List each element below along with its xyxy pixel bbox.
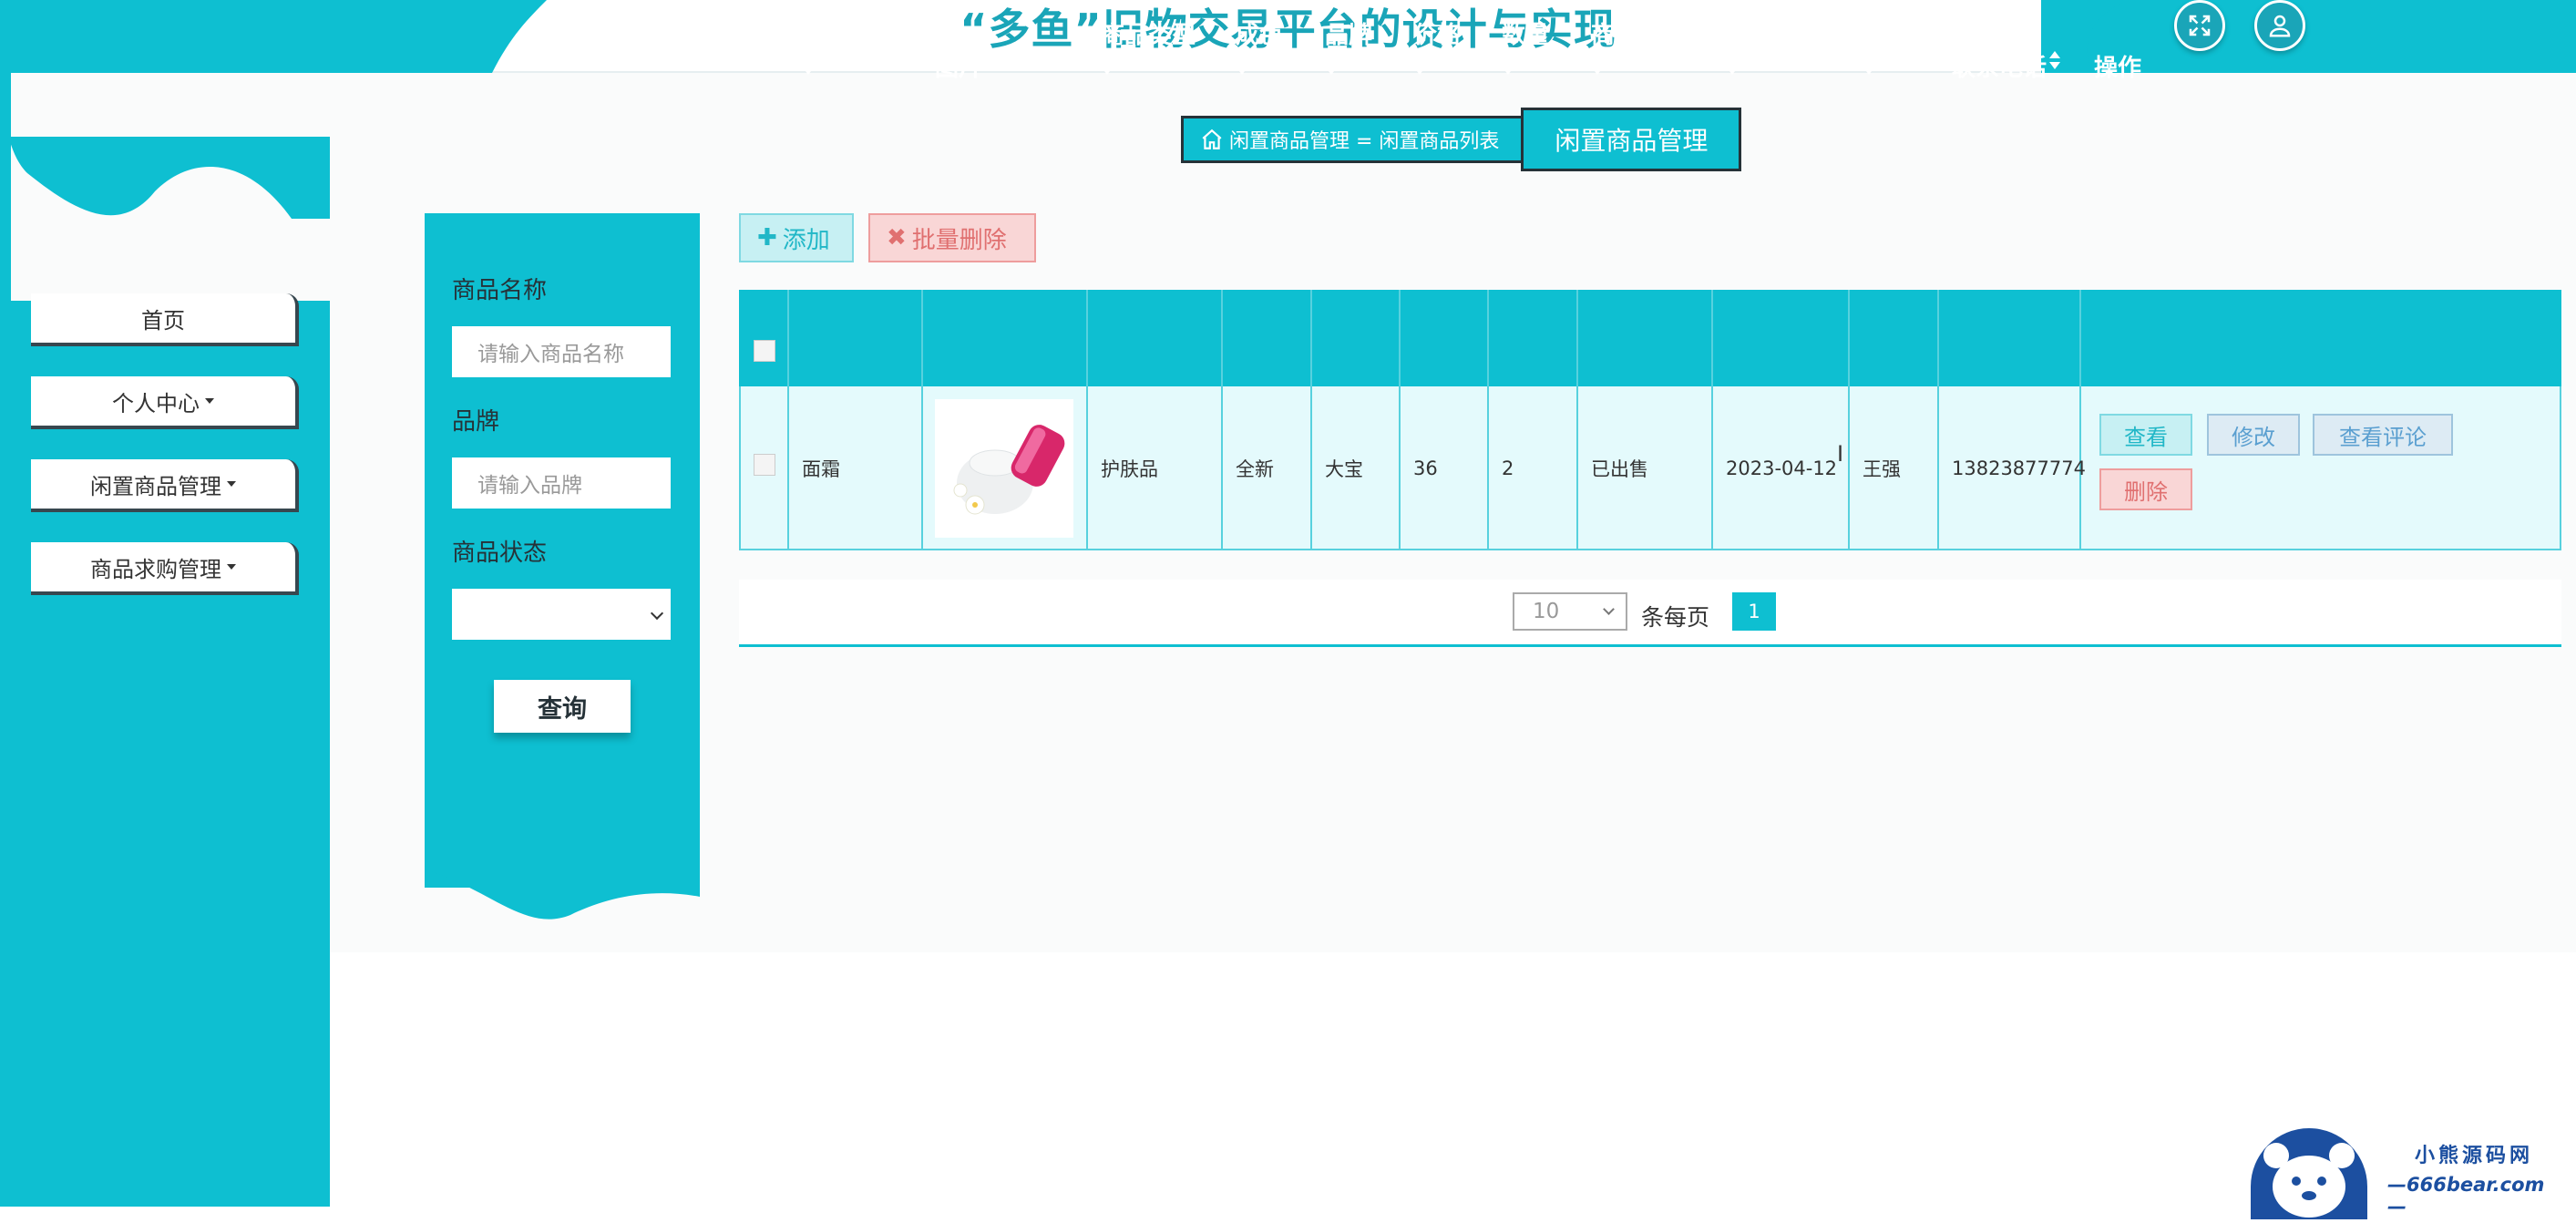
sidebar-item-personal-center[interactable]: 个人中心 [31,376,299,429]
row-checkbox[interactable] [754,454,775,476]
chevron-down-icon [650,606,664,621]
brand-input[interactable]: 请输入品牌 [452,457,671,509]
brand-label: 品牌 [452,408,500,436]
sort-icon [1237,57,1247,75]
column-header-seller[interactable]: 卖家 [1850,0,1937,97]
page-size-value: 10 [1533,600,1560,623]
search-panel: 商品名称 请输入商品名称 品牌 请输入品牌 商品状态 查询 [425,213,700,920]
cell-type: 护肤品 [1101,458,1158,480]
sort-icon [1727,57,1738,75]
name-label: 商品名称 [452,277,548,304]
plus-icon: ✚ [757,224,777,252]
caret-down-icon [227,481,236,487]
cell-phone: 13823877774 [1952,457,2086,479]
sort-icon [1863,57,1874,75]
column-header-brand[interactable]: 品牌 [1312,0,1400,97]
status-label: 商品状态 [452,540,548,567]
name-input[interactable]: 请输入商品名称 [452,326,671,377]
sort-icon [2049,51,2060,69]
watermark-url: —666bear.com— [2387,1174,2545,1218]
column-header-status[interactable]: 商品状态 [1578,0,1711,97]
sort-icon [1102,57,1113,75]
cell-name: 面霜 [802,458,840,480]
view-comments-button[interactable]: 查看评论 [2313,414,2453,456]
sort-icon [1592,57,1603,75]
watermark-title: 小熊源码网 [2415,1145,2534,1167]
sidebar [0,73,330,1207]
breadcrumb-active: 闲置商品管理 [1521,108,1742,171]
column-header-image: 图片 [935,55,983,82]
batch-delete-label: 批量删除 [911,226,1007,254]
sidebar-item-idle-goods[interactable]: 闲置商品管理 [31,459,299,512]
search-panel-wave [425,833,700,920]
sidebar-decor-wave [0,118,330,301]
query-button[interactable]: 查询 [494,680,631,733]
batch-delete-button[interactable]: ✖ 批量删除 [868,213,1036,262]
column-header-phone[interactable]: 联系电话 [1939,0,2079,97]
add-button-label: 添加 [782,226,830,254]
breadcrumb-path[interactable]: 闲置商品管理 = 闲置商品列表 [1181,116,1522,163]
watermark: 小熊源码网 —666bear.com— [2251,1121,2561,1219]
cell-price: 36 [1413,457,1438,479]
sidebar-item-label: 首页 [141,307,185,334]
sort-icon [1414,57,1425,75]
column-header-actions: 操作 [2094,55,2142,82]
cell-quantity: 2 [1502,457,1514,479]
sort-icon [1503,57,1514,75]
per-page-label: 条每页 [1641,604,1710,631]
sidebar-item-label: 商品求购管理 [90,556,221,582]
add-button[interactable]: ✚ 添加 [739,213,854,262]
pagination: 10 条每页 1 [739,580,2561,647]
column-header-type[interactable]: 商品类型 [1088,0,1221,97]
view-button[interactable]: 查看 [2099,414,2192,456]
sidebar-item-home[interactable]: 首页 [31,293,299,346]
table-header [739,290,2561,386]
column-header-quantity[interactable]: 数量 [1489,0,1576,97]
status-select[interactable] [452,589,671,640]
cell-status: 已出售 [1591,458,1648,480]
column-header-price[interactable]: 价格 [1401,0,1488,97]
home-icon [1202,128,1222,149]
sidebar-item-label: 闲置商品管理 [90,473,221,499]
text-cursor-icon: I [1837,441,1844,467]
bottom-area [330,952,2576,1207]
product-image[interactable] [935,399,1073,538]
column-header-name[interactable]: 商品名称 [789,0,922,97]
delete-button[interactable]: 删除 [2099,468,2192,510]
cream-jar-image [935,399,1073,538]
bear-logo-icon [2251,1128,2367,1219]
column-header-condition[interactable]: 成色 [1223,0,1310,97]
sidebar-item-wanted-goods[interactable]: 商品求购管理 [31,542,299,595]
page-button-current[interactable]: 1 [1732,592,1776,631]
breadcrumb-path-text: 闲置商品管理 = 闲置商品列表 [1229,130,1500,153]
close-icon: ✖ [887,224,907,252]
cell-date: 2023-04-12 [1726,457,1838,479]
column-header-date[interactable]: 发布日期 [1713,0,1848,97]
page-size-select[interactable]: 10 [1513,592,1627,631]
cell-seller: 王强 [1863,458,1901,480]
sidebar-item-label: 个人中心 [112,390,200,416]
select-all-checkbox[interactable] [754,340,775,362]
sort-icon [803,57,814,75]
sort-icon [1326,57,1337,75]
column-divider [921,290,923,550]
cell-brand: 大宝 [1325,458,1363,480]
breadcrumb: 闲置商品管理 = 闲置商品列表 闲置商品管理 [1181,108,1742,171]
cell-condition: 全新 [1236,458,1274,480]
caret-down-icon [205,398,214,404]
edit-button[interactable]: 修改 [2207,414,2300,456]
caret-down-icon [227,564,236,570]
chevron-down-icon [1603,603,1615,615]
